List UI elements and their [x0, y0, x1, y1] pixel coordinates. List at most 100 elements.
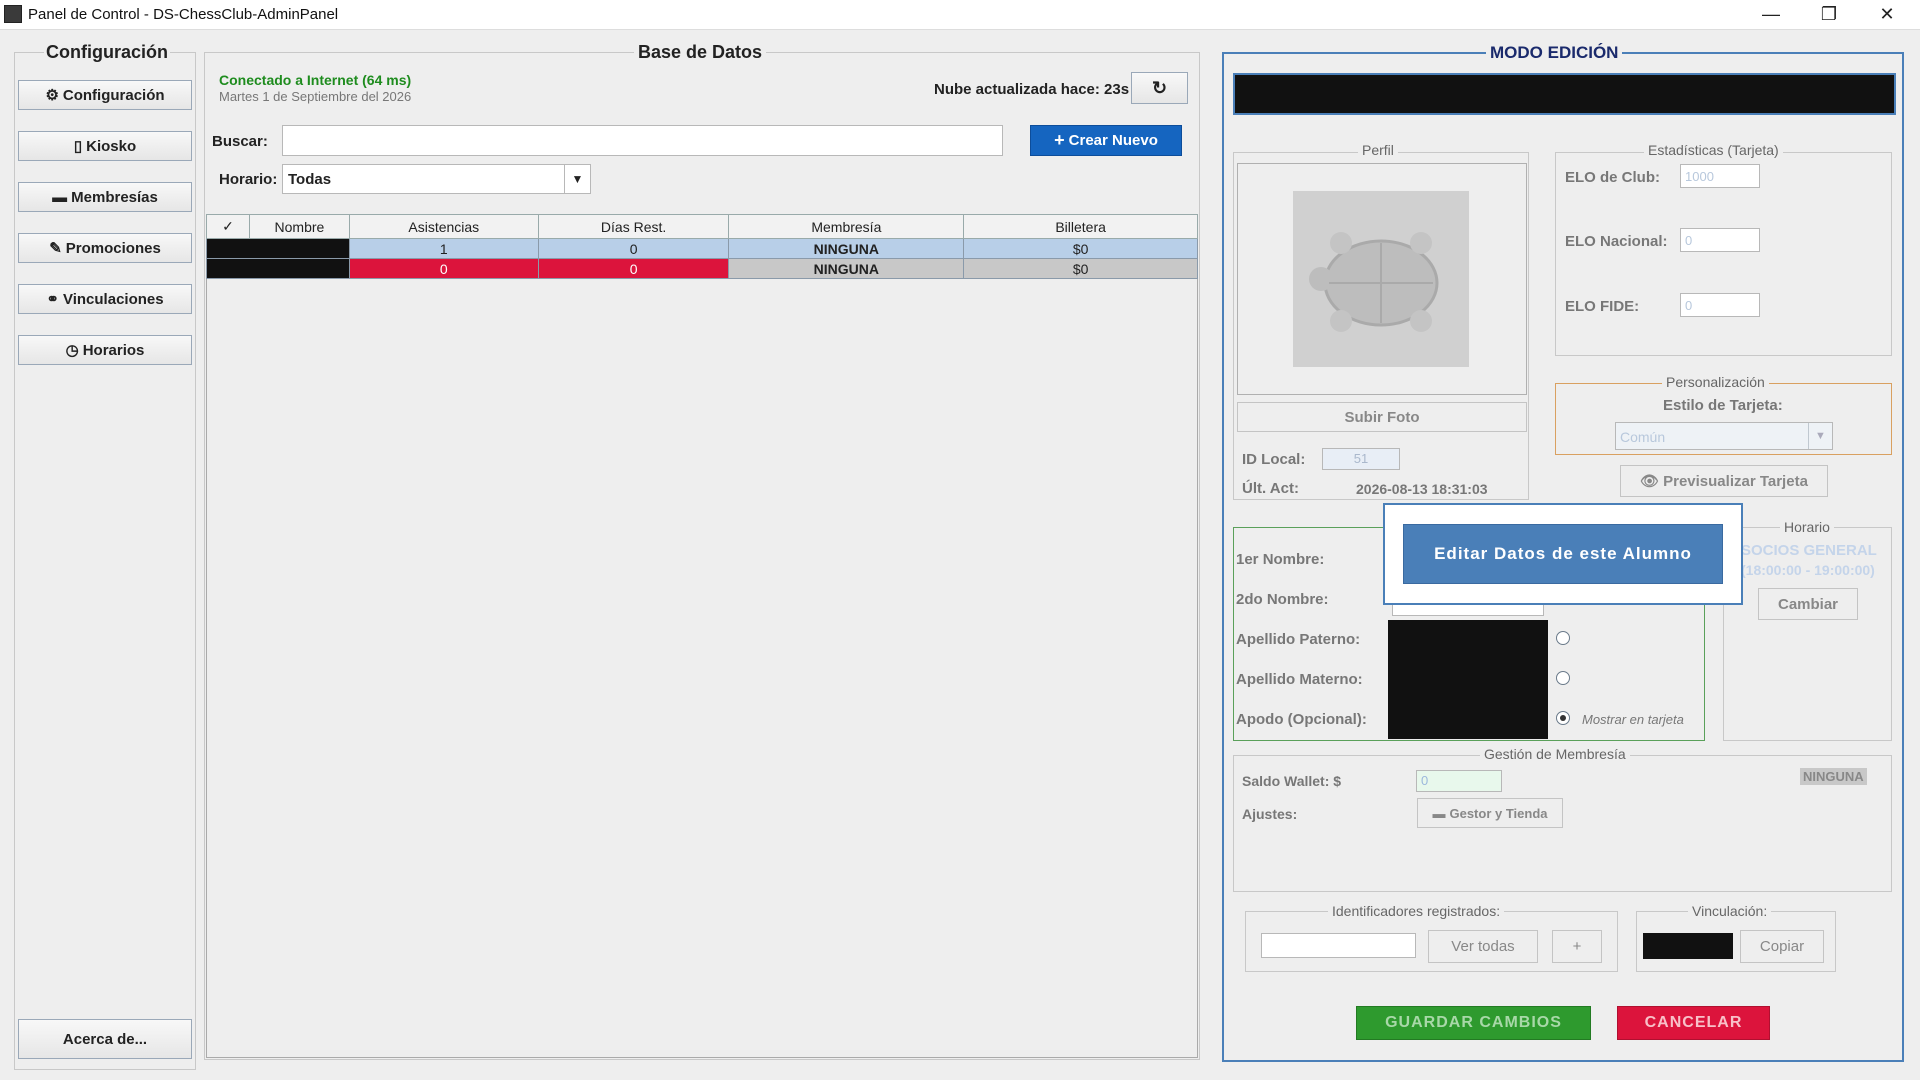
attendance-cell: 1 — [348, 238, 539, 259]
nickname-label: Apodo (Opcional): — [1236, 711, 1367, 728]
plus-icon: + — [1054, 130, 1065, 150]
preview-card-label: Previsualizar Tarjeta — [1663, 472, 1808, 490]
sidebar-item-kiosko[interactable]: ▯ Kiosko — [18, 131, 192, 161]
column-header-attendance[interactable]: Asistencias — [348, 214, 539, 239]
sidebar-item-membresias[interactable]: ▬ Membresías — [18, 182, 192, 212]
redacted-name-cell — [206, 258, 350, 279]
column-header-membership[interactable]: Membresía — [728, 214, 965, 239]
upload-photo-button[interactable]: Subir Foto — [1237, 402, 1527, 432]
preview-card-button[interactable]: 👁 Previsualizar Tarjeta — [1620, 465, 1828, 497]
paternal-radio[interactable] — [1556, 631, 1570, 645]
club-elo-label: ELO de Club: — [1565, 169, 1660, 186]
gear-icon: ⚙ — [45, 87, 59, 104]
local-id-label: ID Local: — [1242, 451, 1306, 468]
fide-elo-field[interactable]: 0 — [1680, 293, 1760, 317]
sidebar-item-horarios[interactable]: ◷ Horarios — [18, 335, 192, 365]
schedule-filter-select[interactable]: Todas ▼ — [282, 164, 591, 194]
schedule-title: Horario — [1780, 519, 1834, 535]
cancel-button[interactable]: CANCELAR — [1617, 1006, 1770, 1040]
maternal-radio[interactable] — [1556, 671, 1570, 685]
edit-student-button[interactable]: Editar Datos de este Alumno — [1403, 524, 1723, 584]
search-input[interactable] — [282, 125, 1003, 156]
photo-frame — [1237, 163, 1527, 395]
redacted-link-code — [1643, 933, 1733, 959]
card-style-select[interactable]: Común ▼ — [1615, 422, 1833, 450]
members-table-area — [206, 214, 1198, 1058]
fide-elo-label: ELO FIDE: — [1565, 298, 1640, 315]
maternal-surname-label: Apellido Materno: — [1236, 671, 1363, 688]
copy-link-button[interactable]: Copiar — [1740, 930, 1824, 963]
sidebar-item-configuracion[interactable]: ⚙ Configuración — [18, 80, 192, 110]
eye-icon: 👁 — [1640, 473, 1660, 490]
create-new-label: Crear Nuevo — [1068, 132, 1158, 149]
schedule-filter-value: Todas — [288, 171, 332, 188]
local-id-field: 51 — [1322, 448, 1400, 470]
club-elo-field[interactable]: 1000 — [1680, 164, 1760, 188]
column-header-wallet[interactable]: Billetera — [963, 214, 1198, 239]
kiosk-icon: ▯ — [73, 138, 83, 155]
sidebar-item-label: Promociones — [65, 239, 161, 257]
view-all-button[interactable]: Ver todas — [1428, 930, 1538, 963]
schedule-time: (18:00:00 - 19:00:00) — [1741, 562, 1875, 578]
clock-icon: ◷ — [65, 342, 79, 359]
profile-title: Perfil — [1358, 142, 1398, 158]
about-button[interactable]: Acerca de... — [18, 1019, 192, 1059]
title-bar: Panel de Control - DS-ChessClub-AdminPan… — [0, 0, 1920, 30]
card-icon: ▬ — [52, 188, 68, 206]
search-label: Buscar: — [212, 133, 268, 150]
redacted-name-cell — [206, 238, 350, 259]
card-style-label: Estilo de Tarjeta: — [1663, 397, 1783, 414]
schedule-group — [1723, 527, 1892, 741]
minimize-icon[interactable]: — — [1742, 0, 1800, 30]
edit-mode-title: MODO EDICIÓN — [1486, 43, 1623, 63]
sidebar-item-vinculaciones[interactable]: ⚭ Vinculaciones — [18, 284, 192, 314]
sidebar-item-label: Vinculaciones — [62, 290, 164, 308]
redacted-student-header — [1233, 73, 1896, 115]
chevron-down-icon: ▼ — [564, 165, 590, 193]
table-row[interactable]: 0 0 NINGUNA $0 — [206, 258, 1198, 279]
show-on-card-label: Mostrar en tarjeta — [1582, 712, 1684, 727]
current-date: Martes 1 de Septiembre del 2026 — [219, 89, 412, 104]
add-identifier-button[interactable]: + — [1552, 930, 1602, 963]
second-name-label: 2do Nombre: — [1236, 591, 1329, 608]
sidebar-item-promociones[interactable]: ✎ Promociones — [18, 233, 192, 263]
create-new-button[interactable]: + Crear Nuevo — [1030, 125, 1182, 156]
cloud-status: Nube actualizada hace: 23s — [934, 81, 1130, 98]
wallet-cell: $0 — [963, 258, 1198, 279]
wallet-label: Saldo Wallet: $ — [1242, 773, 1342, 789]
database-title: Base de Datos — [634, 42, 767, 63]
store-manager-button[interactable]: ▬ Gestor y Tienda — [1417, 798, 1563, 828]
membership-cell: NINGUNA — [728, 258, 965, 279]
days-cell: 0 — [537, 258, 730, 279]
last-update-value: 2026-08-13 18:31:03 — [1356, 481, 1488, 497]
schedule-name: SOCIOS GENERAL — [1741, 542, 1877, 559]
sidebar-item-label: Configuración — [62, 86, 165, 104]
column-header-check[interactable]: ✓ — [206, 214, 250, 239]
first-name-label: 1er Nombre: — [1236, 551, 1325, 568]
wallet-field[interactable]: 0 — [1416, 770, 1502, 792]
column-header-days[interactable]: Días Rest. — [537, 214, 730, 239]
table-row[interactable]: 1 0 NINGUNA $0 — [206, 238, 1198, 259]
link-icon: ⚭ — [46, 291, 59, 308]
identifier-field[interactable] — [1261, 933, 1416, 958]
schedule-filter-label: Horario: — [219, 171, 278, 188]
window-title: Panel de Control - DS-ChessClub-AdminPan… — [28, 6, 339, 23]
refresh-icon: ↻ — [1151, 77, 1168, 98]
membership-title: Gestión de Membresía — [1480, 746, 1630, 762]
stats-title: Estadísticas (Tarjeta) — [1644, 142, 1783, 158]
national-elo-label: ELO Nacional: — [1565, 233, 1668, 250]
pencil-icon: ✎ — [49, 240, 62, 257]
restore-icon[interactable]: ❐ — [1800, 0, 1858, 30]
close-icon[interactable]: ✕ — [1858, 0, 1916, 30]
membership-badge: NINGUNA — [1800, 768, 1867, 785]
sidebar-title: Configuración — [44, 42, 170, 63]
adjustments-label: Ajustes: — [1242, 806, 1298, 822]
save-changes-button[interactable]: GUARDAR CAMBIOS — [1356, 1006, 1591, 1040]
national-elo-field[interactable]: 0 — [1680, 228, 1760, 252]
change-schedule-button[interactable]: Cambiar — [1758, 588, 1858, 620]
nickname-radio[interactable] — [1556, 711, 1570, 725]
column-header-name[interactable]: Nombre — [248, 214, 350, 239]
connection-status: Conectado a Internet (64 ms) — [219, 72, 412, 88]
paternal-surname-label: Apellido Paterno: — [1236, 631, 1361, 648]
refresh-button[interactable]: ↻ — [1131, 72, 1188, 104]
